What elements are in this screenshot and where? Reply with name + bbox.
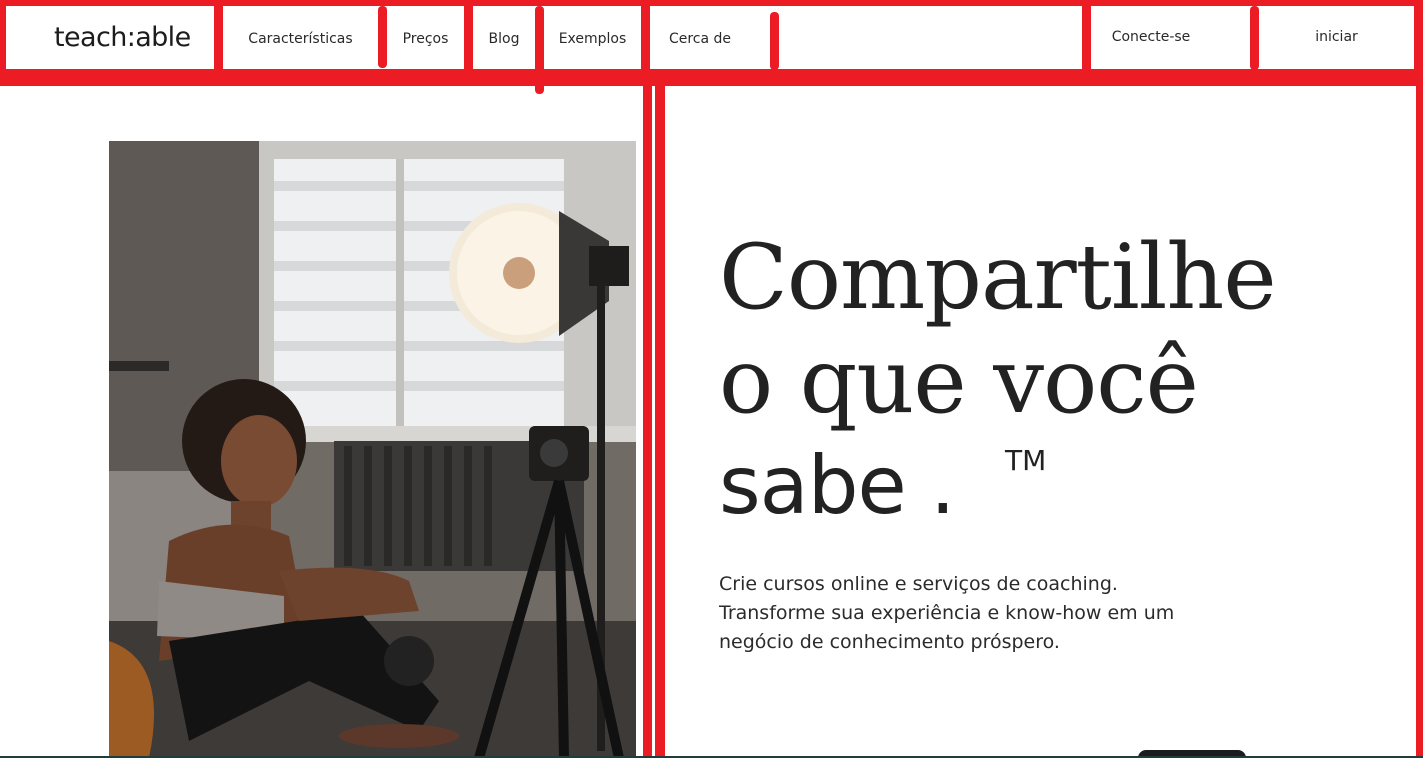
nav-item-caracteristicas[interactable]: Características bbox=[223, 10, 378, 68]
subtitle-line: Crie cursos online e serviços de coachin… bbox=[719, 573, 1118, 595]
annotation-divider bbox=[770, 12, 779, 70]
annotation-frame-right bbox=[1414, 0, 1423, 86]
annotation-divider bbox=[214, 6, 223, 70]
nav-item-label: Características bbox=[248, 31, 353, 47]
headline-line: o que você bbox=[719, 329, 1199, 434]
annotation-divider bbox=[1250, 6, 1259, 70]
annotation-frame-nav-bottom bbox=[0, 69, 1423, 86]
annotation-frame-left bbox=[0, 0, 6, 86]
nav-item-label: Cerca de bbox=[668, 31, 732, 47]
subtitle-line: negócio de conhecimento próspero. bbox=[719, 631, 1060, 653]
annotation-frame-right-body bbox=[1416, 86, 1423, 758]
nav-item-exemplos[interactable]: Exemplos bbox=[544, 10, 641, 68]
nav-item-blog[interactable]: Blog bbox=[473, 10, 535, 68]
subtitle-line: Transforme sua experiência e know-how em… bbox=[719, 602, 1175, 624]
login-label: Conecte-se bbox=[1111, 29, 1191, 45]
nav-item-label: Exemplos bbox=[558, 31, 627, 47]
annotation-divider bbox=[464, 6, 473, 70]
annotation-divider bbox=[1082, 6, 1091, 70]
login-link[interactable]: Conecte-se bbox=[1091, 8, 1211, 66]
creator-filming-photo-icon bbox=[109, 141, 636, 758]
hero-headline: Compartilhe o que você sabe . bbox=[719, 225, 1277, 538]
annotation-divider bbox=[378, 6, 387, 68]
hero-subtitle: Crie cursos online e serviços de coachin… bbox=[719, 570, 1239, 657]
teachable-logo[interactable]: teach:able bbox=[54, 22, 191, 53]
annotation-divider bbox=[535, 6, 544, 94]
nav-item-label: Blog bbox=[488, 31, 520, 47]
nav-item-label: Preços bbox=[402, 31, 449, 47]
nav-item-precos[interactable]: Preços bbox=[387, 10, 464, 68]
headline-line: Compartilhe bbox=[719, 225, 1277, 330]
hero-photo bbox=[109, 141, 636, 758]
nav-item-cerca-de[interactable]: Cerca de bbox=[650, 10, 750, 68]
headline-line: sabe . bbox=[719, 439, 956, 532]
annotation-divider bbox=[641, 6, 650, 70]
trademark-mark: TM bbox=[1005, 444, 1047, 477]
start-button[interactable]: iniciar bbox=[1259, 8, 1414, 66]
annotation-column-divider bbox=[655, 80, 665, 758]
start-label: iniciar bbox=[1315, 29, 1358, 45]
annotation-column-divider bbox=[643, 86, 652, 758]
